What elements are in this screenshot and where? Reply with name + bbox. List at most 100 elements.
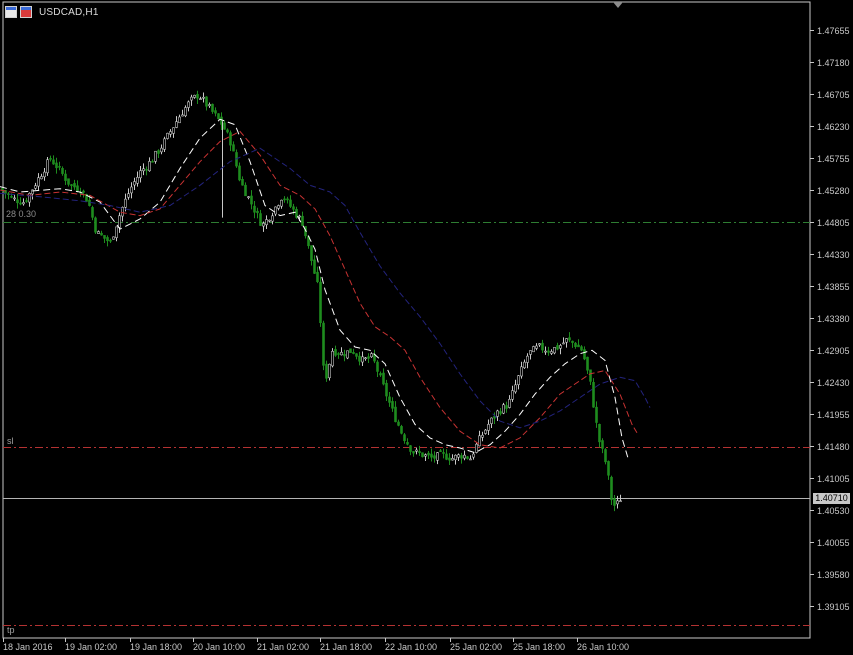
- candle-body: [199, 98, 202, 100]
- candle-body: [76, 185, 79, 191]
- candle-body: [55, 162, 58, 169]
- candle-body: [439, 450, 442, 452]
- price-axis-label: 1.46230: [817, 121, 850, 132]
- candle-body: [70, 184, 73, 186]
- candle-body: [388, 396, 391, 403]
- candle-body: [532, 346, 535, 353]
- candle-body: [91, 207, 94, 218]
- candle-body: [481, 434, 484, 438]
- candle-body: [52, 159, 55, 165]
- candle-body: [61, 168, 64, 174]
- candle-body: [58, 166, 61, 168]
- candle-body: [427, 452, 430, 456]
- candle-body: [445, 453, 448, 460]
- candle-body: [289, 199, 292, 207]
- candle-body: [148, 161, 151, 172]
- candle-body: [133, 181, 136, 186]
- candle-body: [367, 356, 370, 359]
- candle-body: [193, 94, 196, 98]
- candle-body: [496, 410, 499, 417]
- price-axis-label: 1.47655: [817, 25, 850, 36]
- candle-body: [352, 352, 355, 354]
- candle-body: [553, 347, 556, 354]
- candle-body: [475, 443, 478, 453]
- candle-body: [463, 454, 466, 459]
- candle-body: [517, 375, 520, 385]
- candle-body: [565, 338, 568, 343]
- candle-body: [547, 350, 550, 353]
- candle-body: [394, 406, 397, 423]
- candle-body: [361, 356, 364, 363]
- candle-body: [277, 205, 280, 209]
- candle-body: [262, 223, 265, 227]
- candle-body: [100, 232, 103, 236]
- candle-body: [583, 349, 586, 360]
- candle-body: [160, 147, 163, 153]
- candle-body: [145, 168, 148, 171]
- time-axis-label: 21 Jan 18:00: [320, 642, 373, 652]
- candle-body: [268, 219, 271, 222]
- candle-body: [196, 94, 199, 99]
- time-axis-label: 18 Jan 2016: [3, 642, 53, 652]
- candle-body: [562, 342, 565, 345]
- candle-body: [514, 384, 517, 393]
- candle-body: [127, 193, 130, 198]
- candle-body: [22, 202, 25, 205]
- candle-body: [568, 337, 571, 341]
- price-axis-label: 1.39105: [817, 601, 850, 612]
- candle-body: [16, 199, 19, 204]
- candle-body: [466, 456, 469, 459]
- candle-body: [397, 421, 400, 426]
- candle-body: [112, 236, 115, 240]
- candle-body: [139, 170, 142, 179]
- price-axis-label: 1.40055: [817, 537, 850, 548]
- candle-body: [151, 161, 154, 163]
- candle-body: [511, 390, 514, 400]
- candle-body: [379, 373, 382, 376]
- price-axis-label: 1.44330: [817, 249, 850, 260]
- candle-body: [211, 103, 214, 112]
- candle-body: [274, 206, 277, 215]
- candle-body: [349, 348, 352, 353]
- candle-body: [238, 165, 241, 181]
- candle-body: [115, 226, 118, 238]
- ma_fast-line: [0, 118, 629, 459]
- candle-body: [436, 452, 439, 461]
- candle-body: [13, 197, 16, 200]
- candle-body: [136, 177, 139, 184]
- candle-body: [37, 177, 40, 187]
- candle-body: [460, 455, 463, 459]
- candle-body: [175, 121, 178, 128]
- candle-body: [322, 322, 325, 366]
- sl-line-label: sl: [7, 436, 14, 446]
- candle-body: [619, 500, 622, 503]
- candle-body: [142, 168, 145, 172]
- price-axis-label: 1.45280: [817, 185, 850, 196]
- candle-body: [325, 363, 328, 379]
- candle-body: [178, 116, 181, 124]
- price-axis-label: 1.43855: [817, 281, 850, 292]
- chart-window[interactable]: USDCAD,H1 1.47655 1.47180 1.46705 1.46230 1.…: [0, 0, 853, 655]
- candle-body: [130, 186, 133, 194]
- candle-body: [484, 429, 487, 434]
- candle-body: [67, 178, 70, 185]
- time-axis-label: 22 Jan 10:00: [385, 642, 438, 652]
- chart-window-icon: [5, 6, 17, 18]
- candle-body: [457, 454, 460, 458]
- price-chart[interactable]: [0, 0, 853, 655]
- candle-body: [241, 179, 244, 186]
- candle-body: [109, 239, 112, 242]
- candle-body: [448, 457, 451, 461]
- candle-body: [550, 351, 553, 354]
- candle-body: [376, 361, 379, 372]
- candle-body: [34, 185, 37, 189]
- candle-body: [205, 96, 208, 107]
- candle-body: [250, 195, 253, 205]
- candle-body: [607, 461, 610, 476]
- chart-shift-marker-icon[interactable]: [613, 2, 623, 8]
- candle-body: [298, 215, 301, 218]
- candle-body: [403, 434, 406, 442]
- candle-body: [247, 196, 250, 198]
- candle-body: [73, 183, 76, 188]
- candle-body: [571, 340, 574, 343]
